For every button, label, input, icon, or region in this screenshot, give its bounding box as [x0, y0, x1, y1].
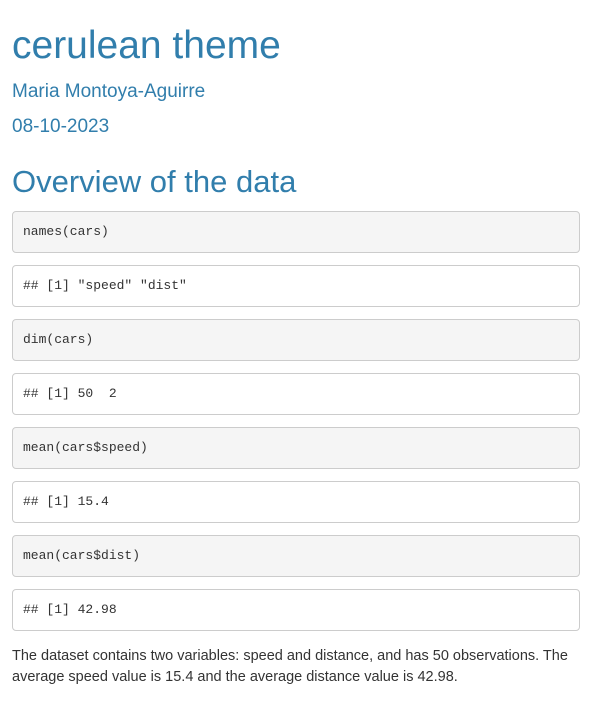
author-name: Maria Montoya-Aguirre	[12, 81, 206, 102]
code-chunk: mean(cars$speed)	[12, 427, 580, 469]
code-output: ## [1] "speed" "dist"	[12, 265, 580, 307]
code-chunk: dim(cars)	[12, 319, 580, 361]
section-heading: Overview of the data	[12, 164, 297, 199]
code-chunk: mean(cars$dist)	[12, 535, 580, 577]
summary-paragraph: The dataset contains two variables: spee…	[12, 648, 568, 685]
code-output: ## [1] 15.4	[12, 481, 580, 523]
code-blocks: names(cars) ## [1] "speed" "dist" dim(ca…	[12, 211, 580, 643]
code-output: ## [1] 50 2	[12, 373, 580, 415]
document-date: 08-10-2023	[12, 116, 110, 137]
code-output: ## [1] 42.98	[12, 589, 580, 631]
document-title: cerulean theme	[12, 24, 281, 67]
code-chunk: names(cars)	[12, 211, 580, 253]
